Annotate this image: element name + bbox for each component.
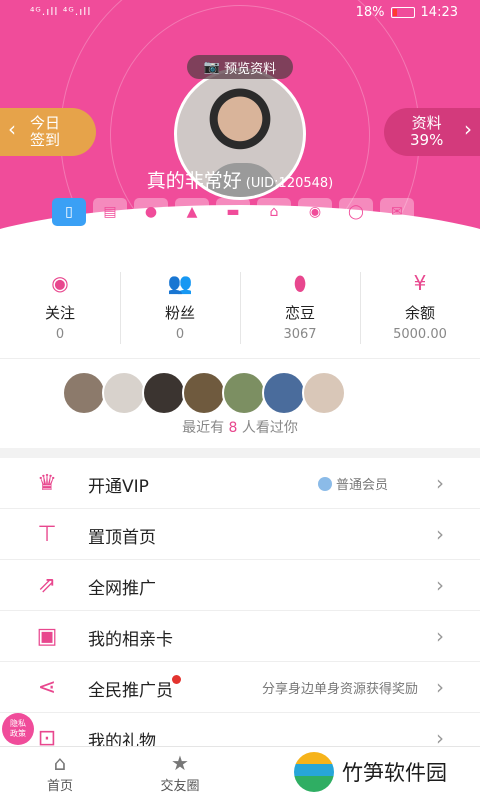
qq-icon[interactable]: ◯: [339, 198, 373, 226]
network-icon: ⋖: [37, 675, 57, 700]
menu-list: ♛ 开通VIP 普通会员 › ⊤ 置顶首页 › ⇗ 全网推广 › ▣ 我的相亲卡…: [0, 458, 480, 764]
camera-icon: 📷: [203, 59, 221, 75]
crown-icon: ♛: [37, 471, 57, 496]
brand-logo: [294, 752, 334, 792]
checkin-line1: 今日: [30, 114, 61, 132]
chevron-right-icon: ›: [436, 573, 444, 597]
chevron-right-icon: ›: [436, 522, 444, 546]
menu-item-vip[interactable]: ♛ 开通VIP 普通会员 ›: [0, 458, 480, 509]
brand-text: 竹笋软件园: [342, 761, 447, 785]
tab-social[interactable]: ★ 交友圈: [145, 751, 215, 794]
profile-completion-button[interactable]: 资料 39% ›: [384, 108, 480, 156]
battery-icon: [390, 7, 415, 18]
stat-value: 0: [175, 327, 185, 342]
yen-icon: ¥: [413, 271, 427, 295]
viewer-avatar[interactable]: [142, 371, 186, 415]
menu-label: 全网推广: [88, 579, 156, 599]
viewer-avatar[interactable]: [302, 371, 346, 415]
viewer-avatar[interactable]: [102, 371, 146, 415]
info-line2: 39%: [410, 131, 444, 149]
person-icon[interactable]: ●: [134, 198, 168, 226]
divider: [0, 358, 480, 359]
menu-item-pin-top[interactable]: ⊤ 置顶首页 ›: [0, 509, 480, 560]
chevron-left-icon: ‹: [8, 117, 16, 141]
recent-viewers[interactable]: [62, 371, 346, 415]
fans-icon: 👥: [167, 271, 193, 295]
stats-row: ◉ 关注 0 👥 粉丝 0 ⬮ 恋豆 3067 ¥ 余额 5000.00: [0, 268, 480, 350]
viewer-avatar[interactable]: [262, 371, 306, 415]
menu-item-referrer[interactable]: ⋖ 全民推广员 分享身边单身资源获得奖励 ›: [0, 662, 480, 713]
menu-item-dating-card[interactable]: ▣ 我的相亲卡 ›: [0, 611, 480, 662]
wechat-icon[interactable]: ◉: [298, 198, 332, 226]
viewers-caption: 最近有 8 人看过你: [182, 420, 298, 436]
menu-label: 全民推广员: [88, 681, 173, 701]
tab-label: 首页: [46, 779, 73, 794]
chevron-right-icon: ›: [436, 675, 444, 699]
preview-profile-button[interactable]: 📷 预览资料: [187, 55, 293, 79]
watermark: 竹笋软件园: [294, 752, 447, 792]
viewer-avatar[interactable]: [222, 371, 266, 415]
eye-icon: ◉: [51, 271, 69, 295]
section-gap: [0, 448, 480, 458]
stat-label: 关注: [44, 304, 75, 322]
viewer-count: 8: [228, 420, 238, 436]
stat-balance[interactable]: ¥ 余额 5000.00: [360, 268, 480, 350]
status-bar: ⁴ᴳ.ıll ⁴ᴳ.ıll 18% 14:23: [0, 0, 480, 26]
stat-label: 恋豆: [284, 304, 315, 322]
stat-value: 5000.00: [393, 327, 447, 342]
house-icon[interactable]: ⌂: [257, 198, 291, 226]
menu-label: 开通VIP: [88, 477, 149, 497]
verification-icons: ▯ ▤ ● ▲ ▬ ⌂ ◉ ◯ ✉: [52, 198, 414, 226]
menu-item-promote[interactable]: ⇗ 全网推广 ›: [0, 560, 480, 611]
menu-label: 我的相亲卡: [88, 630, 173, 650]
checkin-line2: 签到: [30, 131, 61, 149]
user-name: 真的非常好: [146, 170, 242, 192]
card-icon: ▣: [36, 624, 58, 649]
stat-value: 0: [55, 327, 65, 342]
battery-percent: 18%: [355, 5, 385, 20]
member-icon: [317, 477, 332, 491]
stat-fans[interactable]: 👥 粉丝 0: [120, 268, 240, 350]
stat-label: 粉丝: [164, 304, 195, 322]
top-icon: ⊤: [37, 522, 57, 547]
profile-screen: ⁴ᴳ.ıll ⁴ᴳ.ıll 18% 14:23 📷 预览资料 ‹ 今日 签到 资…: [0, 0, 480, 800]
viewer-avatar[interactable]: [182, 371, 226, 415]
car-icon[interactable]: ▬: [216, 198, 250, 226]
menu-hint: 分享身边单身资源获得奖励: [261, 682, 418, 697]
menu-label: 置顶首页: [88, 528, 156, 548]
share-icon: ⇗: [37, 573, 57, 598]
viewer-avatar[interactable]: [62, 371, 106, 415]
clock: 14:23: [420, 5, 458, 20]
phone-icon[interactable]: ▯: [52, 198, 86, 226]
stat-label: 余额: [404, 304, 435, 322]
privacy-policy-button[interactable]: 隐私 政策: [2, 713, 34, 745]
home-icon: ⌂: [53, 751, 67, 775]
signal-indicator: ⁴ᴳ.ıll ⁴ᴳ.ıll: [30, 5, 92, 18]
chevron-right-icon: ›: [436, 624, 444, 648]
star-icon: ★: [171, 751, 189, 775]
chevron-right-icon: ›: [436, 471, 444, 495]
stat-beans[interactable]: ⬮ 恋豆 3067: [240, 268, 360, 350]
bean-icon: ⬮: [293, 271, 307, 295]
stat-value: 3067: [283, 327, 317, 342]
info-line1: 资料: [411, 114, 442, 132]
checkin-button[interactable]: ‹ 今日 签到: [0, 108, 96, 156]
user-uid: (UID:120548): [245, 176, 334, 191]
mail-icon[interactable]: ✉: [380, 198, 414, 226]
id-card-icon[interactable]: ▤: [93, 198, 127, 226]
user-name-row: 真的非常好 (UID:120548): [0, 166, 480, 193]
preview-label: 预览资料: [224, 61, 277, 77]
tab-home[interactable]: ⌂ 首页: [25, 751, 95, 794]
stat-follow[interactable]: ◉ 关注 0: [0, 268, 120, 350]
notification-dot: [172, 675, 181, 684]
tab-label: 交友圈: [160, 779, 200, 794]
chevron-right-icon: ›: [464, 117, 472, 141]
graduation-icon[interactable]: ▲: [175, 198, 209, 226]
member-badge: 普通会员: [317, 474, 388, 493]
